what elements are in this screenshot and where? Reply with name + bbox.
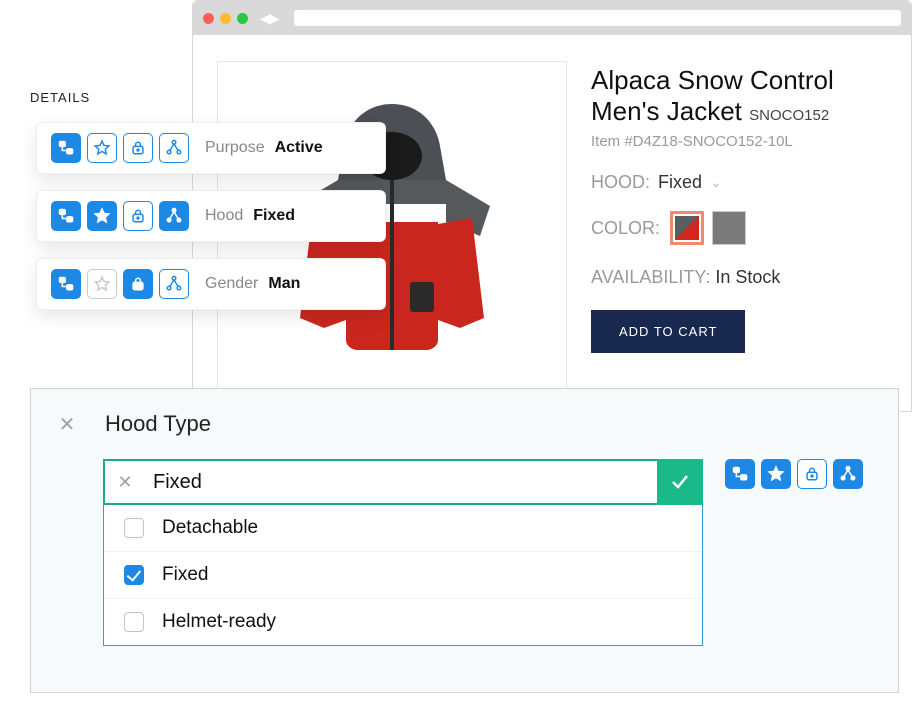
hood-attribute[interactable]: HOOD: Fixed ⌄ [591,172,887,193]
close-icon[interactable]: ✕ [57,412,77,437]
share-icon[interactable] [159,201,189,231]
option-label: Helmet-ready [162,611,276,633]
detail-card-gender[interactable]: Gender Man [36,258,386,310]
detail-value: Fixed [253,207,295,225]
detail-card-hood[interactable]: Hood Fixed [36,190,386,242]
attribute-editor-panel: ✕ Hood Type ✕ Fixed Detachable Fixed Helme… [30,388,899,693]
detail-label: Purpose [205,139,265,157]
close-window-icon[interactable] [203,13,214,24]
share-icon[interactable] [833,459,863,489]
clear-input-icon[interactable]: ✕ [105,472,145,493]
option-label: Detachable [162,517,258,539]
combobox-value[interactable]: Fixed [145,471,657,494]
option-label: Fixed [162,564,208,586]
lock-icon[interactable] [123,133,153,163]
hood-value: Fixed [658,172,702,193]
product-item-number: Item #D4Z18-SNOCO152-10L [591,133,887,150]
product-info: Alpaca Snow Control Men's Jacket SNOCO15… [591,61,887,391]
traffic-lights [203,13,248,24]
star-icon[interactable] [87,269,117,299]
availability: AVAILABILITY: In Stock [591,267,887,288]
browser-chrome: ◀▶ [193,1,911,35]
confirm-button[interactable] [657,459,703,505]
tree-icon[interactable] [51,201,81,231]
product-sku: SNOCO152 [749,107,829,124]
detail-card-purpose[interactable]: Purpose Active [36,122,386,174]
lock-icon[interactable] [123,201,153,231]
option-detachable[interactable]: Detachable [104,505,702,551]
share-icon[interactable] [159,133,189,163]
lock-icon[interactable] [123,269,153,299]
color-label: COLOR: [591,218,660,239]
hood-label: HOOD: [591,172,650,193]
star-icon[interactable] [761,459,791,489]
detail-value: Active [275,139,323,157]
color-swatches: COLOR: [591,211,887,245]
lock-icon[interactable] [797,459,827,489]
chevron-down-icon: ⌄ [710,174,722,191]
detail-label: Gender [205,275,258,293]
hood-type-combobox[interactable]: ✕ Fixed Detachable Fixed Helmet-ready [103,459,703,646]
detail-value: Man [268,275,300,293]
tree-icon[interactable] [51,269,81,299]
address-bar[interactable] [294,10,901,26]
tree-icon[interactable] [725,459,755,489]
details-heading: DETAILS [30,90,90,105]
option-helmet-ready[interactable]: Helmet-ready [104,598,702,645]
combobox-options: Detachable Fixed Helmet-ready [103,505,703,646]
add-to-cart-button[interactable]: ADD TO CART [591,310,745,353]
tree-icon[interactable] [51,133,81,163]
color-swatch-red-grey[interactable] [670,211,704,245]
maximize-window-icon[interactable] [237,13,248,24]
product-title: Alpaca Snow Control Men's Jacket SNOCO15… [591,65,887,127]
star-icon[interactable] [87,201,117,231]
checkbox-icon[interactable] [124,518,144,538]
option-fixed[interactable]: Fixed [104,551,702,598]
minimize-window-icon[interactable] [220,13,231,24]
checkbox-icon[interactable] [124,565,144,585]
star-icon[interactable] [87,133,117,163]
checkbox-icon[interactable] [124,612,144,632]
editor-title: Hood Type [105,411,211,437]
color-swatch-grey[interactable] [712,211,746,245]
nav-back-forward-icon[interactable]: ◀▶ [260,10,278,27]
share-icon[interactable] [159,269,189,299]
detail-label: Hood [205,207,243,225]
